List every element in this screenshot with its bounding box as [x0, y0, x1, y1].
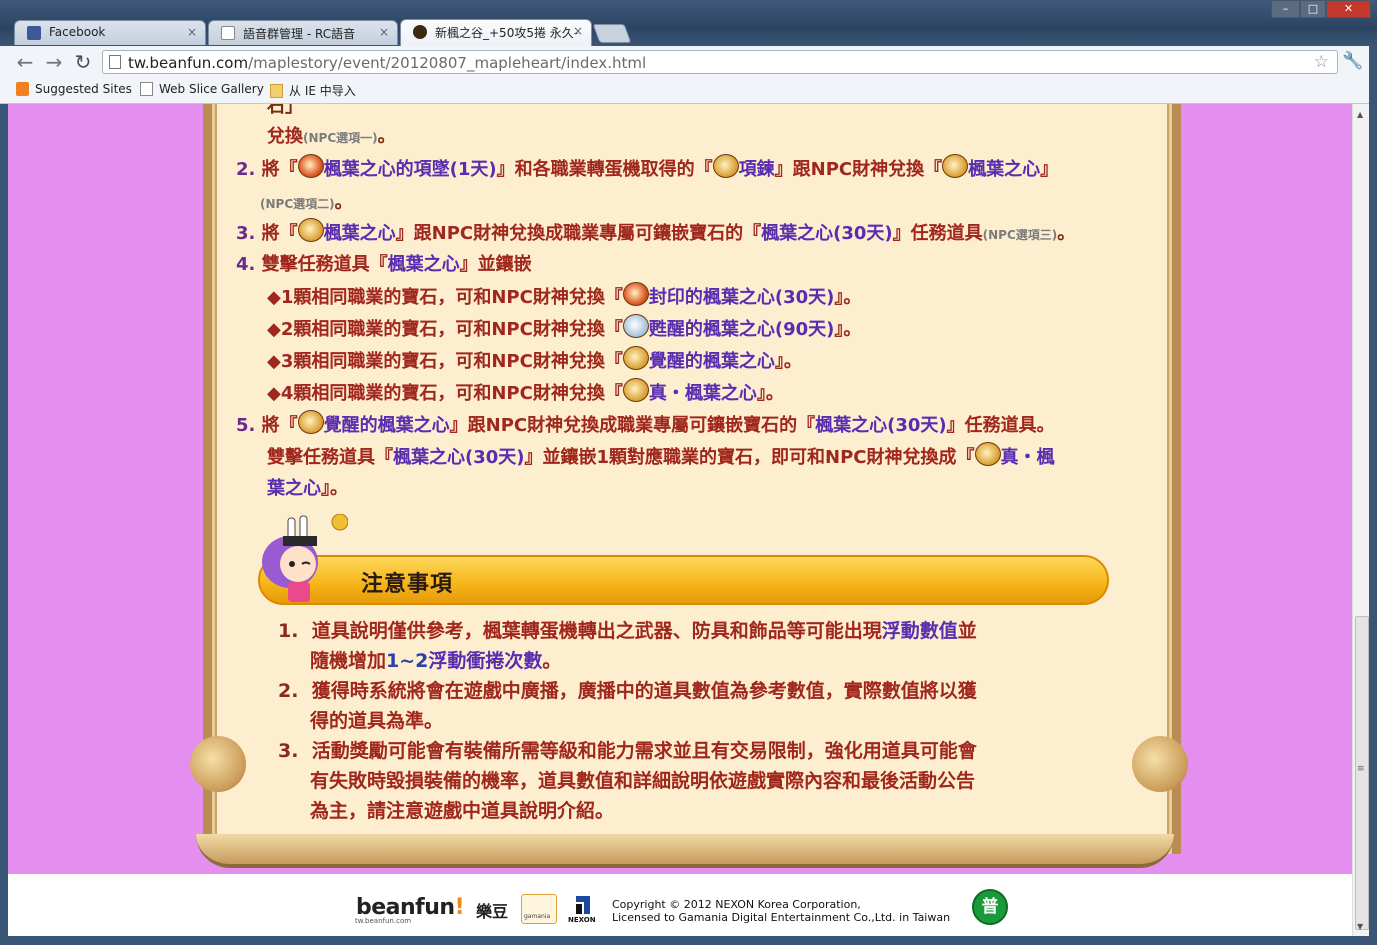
tab-label: 語音群管理 - RC語音 — [243, 27, 356, 41]
true-heart-icon — [974, 442, 1001, 466]
scroll-curl-right — [1132, 736, 1188, 792]
notice-item-3-line2: 有失敗時毀損裝備的機率，道具數值和詳細說明依遊戲實際內容和最後活動公告 — [310, 770, 976, 792]
notice-item-1: 1. 道具說明僅供參考，楓葉轉蛋機轉出之武器、防具和飾品等可能出現浮動數值並 — [278, 620, 977, 642]
close-window-button[interactable]: ✕ — [1326, 0, 1371, 18]
address-bar[interactable]: tw.beanfun.com/maplestory/event/20120807… — [102, 50, 1338, 74]
rule-sub-4: ◆4顆相同職業的寶石，可和NPC財神兌換『 真・楓葉之心』。 — [267, 378, 784, 405]
rule-line-0a: 石」 — [267, 104, 303, 117]
rule-sub-3: ◆3顆相同職業的寶石，可和NPC財神兌換『 覺醒的楓葉之心』。 — [267, 346, 802, 373]
wrench-icon[interactable]: 🔧 — [1342, 51, 1363, 71]
nexon-logo[interactable]: NEXON — [568, 894, 598, 924]
page-icon — [109, 55, 121, 69]
tab-facebook[interactable]: Facebook × — [14, 20, 206, 45]
close-tab-icon[interactable]: × — [379, 25, 389, 39]
copyright-text: Copyright © 2012 NEXON Korea Corporation… — [612, 898, 951, 924]
tab-label: Facebook — [49, 25, 106, 39]
tab-label: 新楓之谷_+50攻5捲 永久- — [435, 26, 579, 40]
nexon-mark-icon — [576, 896, 590, 914]
rule-item-5-line3: 葉之心』。 — [267, 478, 348, 499]
minimize-button[interactable]: – — [1271, 0, 1300, 18]
rule-sub-2: ◆2顆相同職業的寶石，可和NPC財神兌換『 甦醒的楓葉之心(90天)』。 — [267, 314, 861, 341]
maple-heart-icon — [297, 218, 324, 242]
notice-item-2-line2: 得的道具為準。 — [310, 710, 444, 732]
tab-rc-voice[interactable]: 語音群管理 - RC語音 × — [208, 20, 398, 45]
close-tab-icon[interactable]: × — [187, 25, 197, 39]
maplestory-icon — [413, 25, 427, 39]
bookmark-suggested-sites[interactable]: Suggested Sites — [16, 82, 132, 96]
bookmark-import-from-ie[interactable]: 从 IE 中导入 — [270, 82, 356, 99]
window-frame-right — [1369, 46, 1377, 945]
notice-item-1-line2: 隨機增加1~2浮動衝捲次數。 — [310, 650, 562, 672]
pendant-icon — [297, 154, 324, 178]
new-tab-button[interactable] — [592, 24, 632, 43]
bookmark-web-slice-gallery[interactable]: Web Slice Gallery — [140, 82, 264, 96]
notice-item-3-line3: 為主，請注意遊戲中道具說明介紹。 — [310, 800, 615, 822]
enlightened-heart-icon — [622, 346, 649, 370]
gamania-logo[interactable]: gamania — [521, 894, 557, 924]
beanfun-logo-cn: 樂豆 — [476, 902, 509, 921]
page-icon — [221, 26, 235, 40]
bookmark-star-icon[interactable]: ☆ — [1314, 52, 1329, 72]
mascot-character — [262, 514, 348, 602]
suggested-sites-icon — [16, 82, 29, 96]
window-frame-left — [0, 104, 8, 945]
maximize-button[interactable]: □ — [1300, 0, 1326, 18]
enlightened-heart-icon — [297, 410, 324, 434]
maple-heart-icon — [942, 154, 969, 178]
close-tab-icon[interactable]: × — [573, 24, 583, 38]
rating-badge: 普 — [972, 889, 1008, 925]
reload-icon[interactable]: ↻ — [72, 51, 94, 73]
facebook-icon — [27, 26, 41, 40]
page-footer: beanfun! 樂豆 tw.beanfun.com gamania NEXON… — [8, 874, 1352, 936]
rule-item-4: 4. 雙擊任務道具『楓葉之心』並鑲嵌 — [236, 254, 532, 275]
awakened-heart-icon — [622, 314, 649, 338]
forward-arrow-icon[interactable]: → — [43, 51, 65, 73]
notice-title: 注意事項 — [361, 572, 454, 597]
toolbar: ← → ↻ tw.beanfun.com/maplestory/event/20… — [0, 46, 1377, 79]
tab-strip: Facebook × 語音群管理 - RC語音 × 新楓之谷_+50攻5捲 永久… — [0, 0, 1377, 46]
page-icon — [140, 82, 153, 96]
scroll-curl-left — [190, 736, 246, 792]
parchment-bottom-roll — [196, 834, 1174, 868]
rule-item-5-line2: 雙擊任務道具『楓葉之心(30天)』並鑲嵌1顆對應職業的寶石，即可和NPC財神兌換… — [267, 442, 1055, 469]
necklace-icon — [712, 154, 739, 178]
scroll-down-arrow-icon[interactable]: ▼ — [1357, 922, 1363, 931]
scrollbar-grip-icon: ≡ — [1357, 764, 1365, 774]
window-frame-bottom — [0, 936, 1377, 945]
rule-item-2: 2. 將『 楓葉之心的項墜(1天)』和各職業轉蛋機取得的『 項鍊』跟NPC財神兌換『… — [236, 154, 1058, 181]
bookmarks-bar: Suggested Sites Web Slice Gallery 从 IE 中… — [0, 78, 1377, 104]
vertical-scrollbar[interactable]: ▲ ≡ ▼ — [1352, 104, 1370, 936]
page-viewport: 石」 兌換(NPC選項一)。 2. 將『 楓葉之心的項墜(1天)』和各職業轉蛋機取… — [8, 104, 1352, 936]
browser-window: Facebook × 語音群管理 - RC語音 × 新楓之谷_+50攻5捲 永久… — [0, 0, 1377, 945]
folder-icon — [270, 84, 283, 98]
sealed-heart-icon — [622, 282, 649, 306]
notice-item-2: 2. 獲得時系統將會在遊戲中廣播，廣播中的道具數值為參考數值，實際數值將以獲 — [278, 680, 977, 702]
url-text[interactable]: tw.beanfun.com/maplestory/event/20120807… — [128, 54, 646, 72]
rule-item-5: 5. 將『 覺醒的楓葉之心』跟NPC財神兌換成職業專屬可鑲嵌寶石的『楓葉之心(30… — [236, 410, 1055, 437]
back-arrow-icon[interactable]: ← — [14, 51, 36, 73]
true-heart-icon — [622, 378, 649, 402]
rule-item-2-note: (NPC選項二)。 — [260, 192, 353, 213]
rule-sub-1: ◆1顆相同職業的寶石，可和NPC財神兌換『 封印的楓葉之心(30天)』。 — [267, 282, 861, 309]
tab-maplestory[interactable]: 新楓之谷_+50攻5捲 永久- × — [400, 19, 592, 46]
rule-line-0b: 兌換(NPC選項一)。 — [267, 126, 396, 147]
notice-item-3: 3. 活動獎勵可能會有裝備所需等級和能力需求並且有交易限制，強化用道具可能會 — [278, 740, 977, 762]
scroll-up-arrow-icon[interactable]: ▲ — [1357, 110, 1363, 119]
rule-item-3: 3. 將『 楓葉之心』跟NPC財神兌換成職業專屬可鑲嵌寶石的『楓葉之心(30天)』… — [236, 218, 1075, 245]
beanfun-url: tw.beanfun.com — [355, 917, 412, 925]
